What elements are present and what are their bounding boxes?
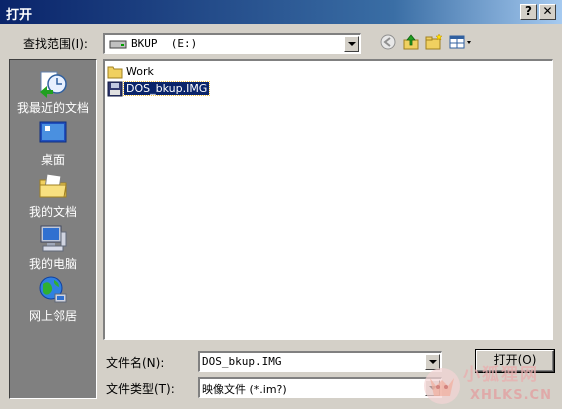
filetype-combo[interactable]: 映像文件 (*.im?) [198, 377, 442, 398]
filetype-value: 映像文件 (*.im?) [202, 383, 287, 396]
place-network-places-label: 网上邻居 [28, 309, 77, 323]
place-recent-documents-label: 我最近的文档 [16, 101, 89, 115]
filename-combo[interactable]: DOS_bkup.IMG [198, 351, 442, 372]
watermark-en: XHLKS.CN [470, 388, 552, 403]
place-my-computer-label: 我的电脑 [28, 257, 77, 271]
file-name: Work [126, 65, 154, 78]
file-name: DOS_bkup.IMG [122, 81, 211, 96]
my-computer-icon [40, 225, 67, 252]
drive-icon [109, 40, 127, 49]
back-icon[interactable] [378, 32, 398, 52]
places-bar: 我最近的文档 桌面 我的文档 我的电脑 网上邻居 [9, 59, 97, 399]
close-button[interactable]: ✕ [539, 4, 556, 20]
network-places-icon [39, 276, 67, 303]
desktop-icon [39, 121, 67, 146]
place-network-places[interactable]: 网上邻居 [10, 272, 96, 324]
place-desktop-label: 桌面 [40, 153, 65, 167]
up-folder-icon[interactable] [401, 32, 421, 52]
my-documents-icon [39, 173, 67, 198]
folder-icon [107, 66, 123, 79]
open-dialog: 打开 ? ✕ 查找范围(I): BKUP (E:) 我最近的文档 桌面 我的文档… [0, 0, 562, 409]
new-folder-icon[interactable] [424, 32, 444, 52]
place-recent-documents[interactable]: 我最近的文档 [10, 64, 96, 116]
place-my-computer[interactable]: 我的电脑 [10, 220, 96, 272]
place-my-documents[interactable]: 我的文档 [10, 168, 96, 220]
place-desktop[interactable]: 桌面 [10, 116, 96, 168]
filename-input[interactable]: DOS_bkup.IMG [202, 355, 281, 368]
lookin-value: BKUP (E:) [131, 37, 198, 50]
view-menu-icon[interactable] [448, 32, 474, 52]
recent-documents-icon [40, 71, 67, 98]
help-button[interactable]: ? [520, 4, 537, 20]
file-list[interactable]: Work DOS_bkup.IMG [103, 59, 553, 340]
lookin-combo[interactable]: BKUP (E:) [103, 33, 361, 54]
disk-image-icon [107, 81, 123, 97]
window-title: 打开 [6, 8, 33, 23]
title-bar: 打开 ? ✕ [0, 0, 562, 24]
watermark-cn: 小狐狸网 [463, 365, 539, 385]
lookin-label: 查找范围(I): [23, 37, 88, 51]
lookin-dropdown-button[interactable] [344, 36, 359, 52]
place-my-documents-label: 我的文档 [28, 205, 77, 219]
filetype-label: 文件类型(T): [106, 382, 175, 396]
filename-label: 文件名(N): [106, 356, 165, 370]
